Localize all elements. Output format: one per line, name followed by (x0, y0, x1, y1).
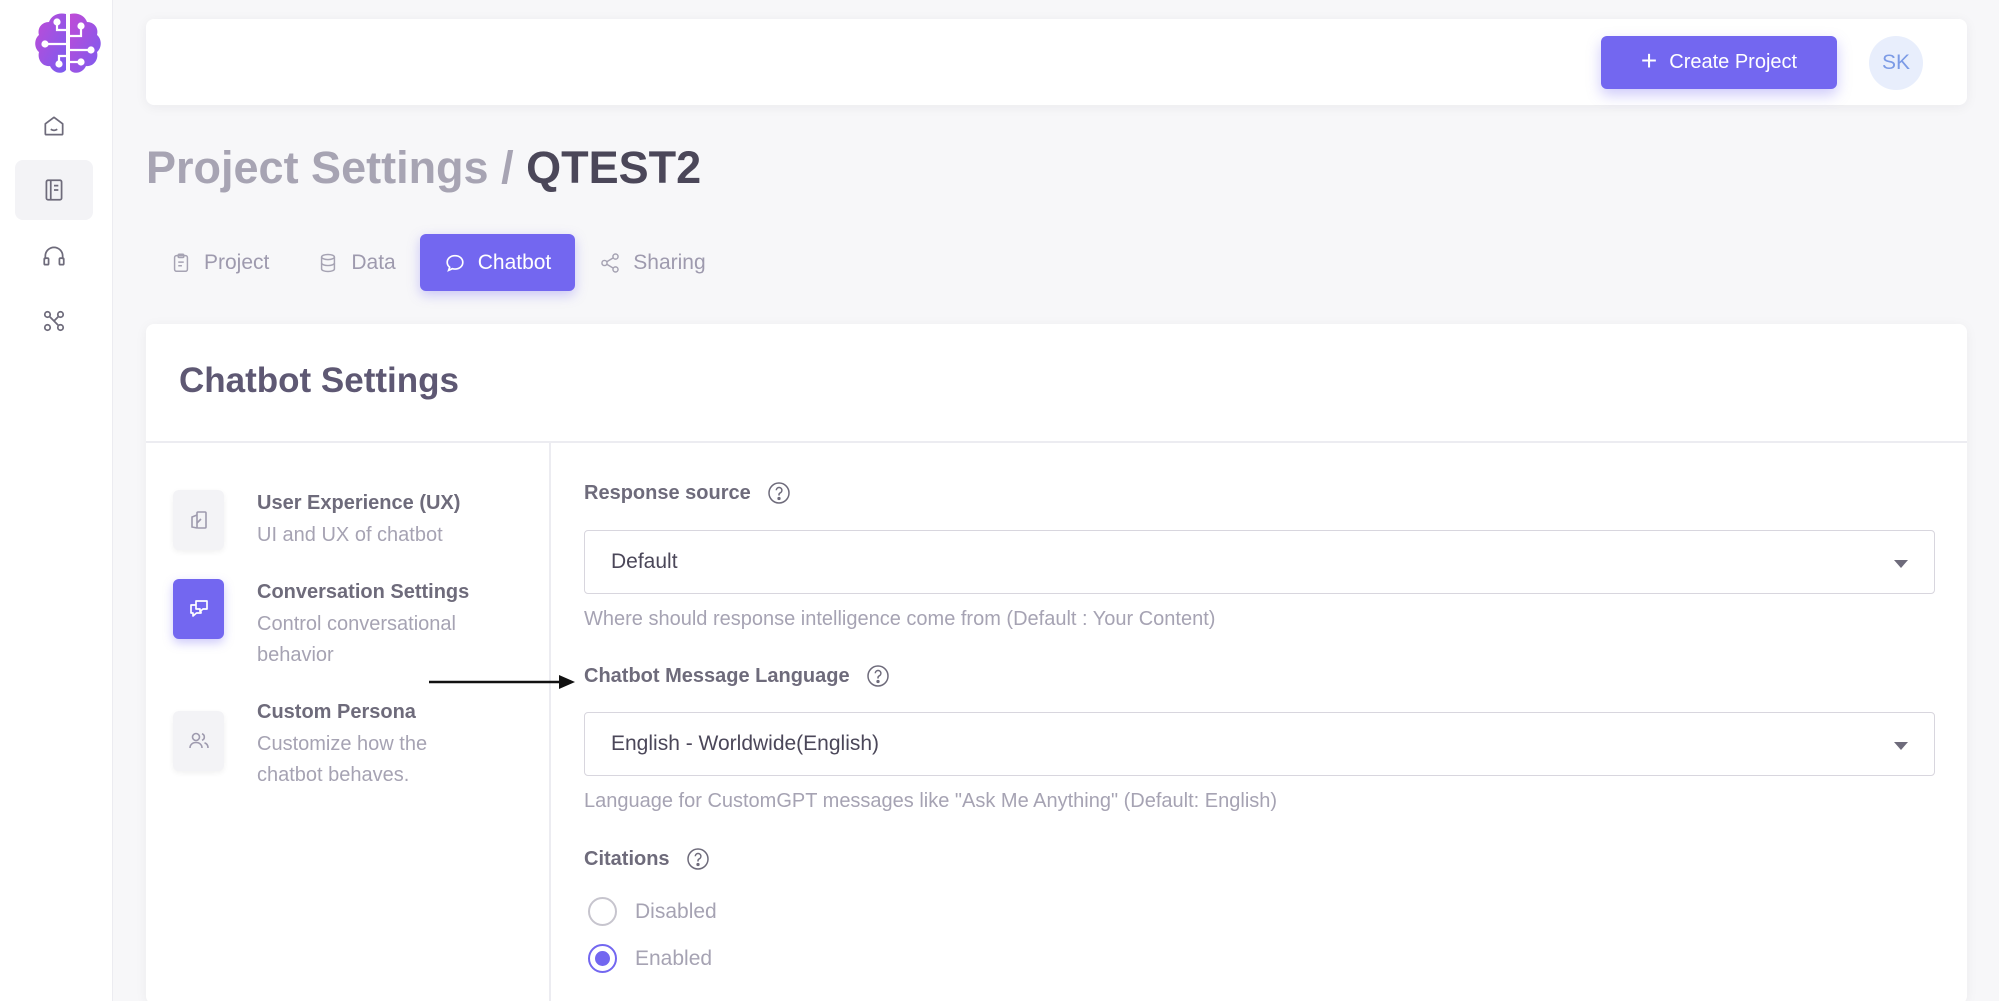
message-language-label: Chatbot Message Language (584, 664, 890, 688)
plus-icon: + (1640, 45, 1658, 76)
breadcrumb-project: QTEST2 (526, 142, 702, 193)
breadcrumb-section[interactable]: Project Settings / (146, 142, 514, 193)
annotation-arrow-icon (429, 675, 575, 689)
help-icon[interactable] (866, 664, 890, 688)
database-icon (321, 253, 336, 272)
menu-title-conversation: Conversation Settings (257, 581, 470, 603)
menu-icon-persona (173, 711, 224, 771)
menu-item-conversation[interactable]: Conversation Settings Control conversati… (173, 579, 477, 671)
tab-data[interactable]: Data (293, 234, 419, 291)
menu-subtitle-persona: Customize how the chatbot behaves. (257, 733, 428, 786)
citations-label-text: Citations (584, 847, 670, 870)
menu-subtitle-ux: UI and UX of chatbot (257, 524, 443, 546)
tab-sharing-label: Sharing (633, 250, 706, 274)
conversation-icon (189, 600, 208, 617)
message-language-value: English - Worldwide(English) (611, 732, 880, 755)
tab-sharing[interactable]: Sharing (575, 234, 729, 291)
menu-item-persona[interactable]: Custom Persona Customize how the chatbot… (173, 699, 477, 791)
menu-icon-conversation (173, 579, 224, 639)
tab-project[interactable]: Project (146, 234, 293, 291)
help-icon[interactable] (767, 481, 791, 505)
citations-option-disabled: Disabled (635, 899, 717, 923)
column-divider (549, 443, 551, 1001)
citations-option-enabled: Enabled (635, 946, 713, 970)
menu-item-ux[interactable]: User Experience (UX) UI and UX of chatbo… (173, 490, 477, 551)
page-title: Project Settings / QTEST2 (146, 142, 701, 194)
notebook-icon (45, 179, 63, 201)
radio-button[interactable] (588, 897, 617, 926)
message-language-label-text: Chatbot Message Language (584, 664, 850, 687)
citations-radio-disabled[interactable]: Disabled (588, 897, 717, 926)
nav-home[interactable] (15, 96, 93, 156)
integrations-icon (43, 310, 65, 332)
share-icon (601, 252, 620, 273)
message-language-select[interactable]: English - Worldwide(English) (584, 712, 1935, 776)
menu-subtitle-conversation: Control conversational behavior (257, 613, 456, 666)
create-project-label: Create Project (1669, 51, 1798, 73)
headphones-icon (43, 246, 65, 266)
nav-support[interactable] (15, 226, 93, 286)
tab-data-label: Data (351, 250, 396, 274)
response-source-hint: Where should response intelligence come … (584, 608, 1216, 630)
create-project-button[interactable]: + Create Project (1601, 36, 1837, 89)
chevron-down-icon (1894, 560, 1908, 568)
chat-icon (446, 254, 464, 272)
brain-logo-icon[interactable] (33, 10, 103, 76)
message-language-hint: Language for CustomGPT messages like "As… (584, 790, 1278, 812)
response-source-label-text: Response source (584, 481, 751, 504)
menu-title-ux: User Experience (UX) (257, 492, 461, 514)
avatar[interactable]: SK (1869, 36, 1923, 90)
layout-icon (190, 511, 207, 529)
chevron-down-icon (1894, 742, 1908, 750)
menu-icon-ux (173, 490, 224, 550)
sidebar (0, 0, 113, 1001)
card-title: Chatbot Settings (179, 361, 459, 400)
response-source-value: Default (611, 550, 678, 573)
citations-radio-enabled[interactable]: Enabled (588, 944, 712, 973)
response-source-label: Response source (584, 481, 791, 505)
response-source-select[interactable]: Default (584, 530, 1935, 594)
users-icon (188, 732, 209, 749)
help-icon[interactable] (686, 847, 710, 871)
tab-project-label: Project (204, 250, 270, 274)
tab-chatbot-label: Chatbot (477, 250, 552, 274)
radio-button-checked[interactable] (588, 944, 617, 973)
nav-integrations[interactable] (15, 291, 93, 351)
clipboard-icon (173, 253, 189, 272)
home-icon (44, 116, 64, 136)
settings-tabs: Project Data Chatbot Sharing (146, 234, 730, 291)
top-bar: + Create Project SK (146, 19, 1967, 105)
tab-chatbot[interactable]: Chatbot (419, 234, 576, 291)
chatbot-settings-card: Chatbot Settings User Experience (UX) UI… (146, 324, 1967, 1001)
citations-label: Citations (584, 847, 710, 871)
card-divider (146, 441, 1967, 443)
nav-projects[interactable] (15, 160, 93, 220)
menu-title-persona: Custom Persona (257, 701, 416, 723)
